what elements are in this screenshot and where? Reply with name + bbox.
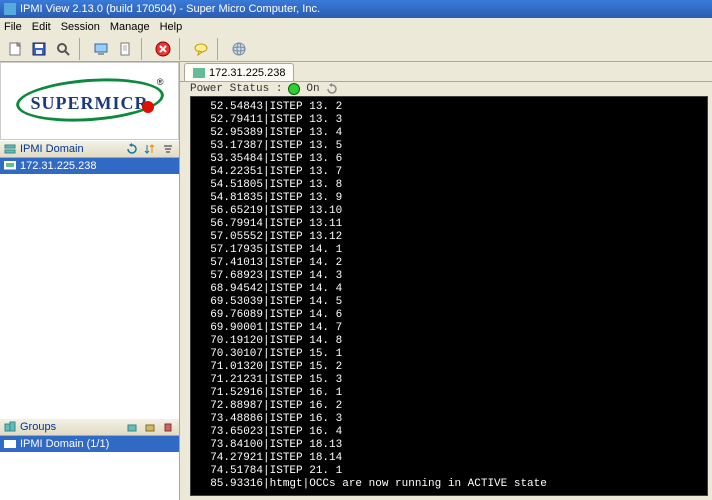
group-icon bbox=[4, 421, 16, 433]
groups-header[interactable]: Groups bbox=[0, 418, 179, 436]
power-refresh-icon[interactable] bbox=[326, 83, 338, 95]
group-item-label: IPMI Domain (1/1) bbox=[20, 438, 109, 450]
ipmi-domain-header[interactable]: IPMI Domain bbox=[0, 140, 179, 158]
power-status-label: Power Status : bbox=[190, 83, 282, 95]
logo-registered: ® bbox=[157, 77, 164, 87]
tab-bar: 172.31.225.238 bbox=[180, 62, 712, 82]
menu-edit[interactable]: Edit bbox=[32, 21, 51, 33]
window-titlebar: IPMI View 2.13.0 (build 170504) - Super … bbox=[0, 0, 712, 18]
save-icon[interactable] bbox=[28, 38, 50, 60]
groups-tree[interactable]: IPMI Domain (1/1) bbox=[0, 436, 179, 500]
group-item-icon bbox=[4, 439, 16, 449]
console-output[interactable]: 52.54843|ISTEP 13. 2 52.79411|ISTEP 13. … bbox=[190, 96, 708, 496]
menu-help[interactable]: Help bbox=[160, 21, 183, 33]
host-icon bbox=[4, 161, 16, 171]
toolbar-separator bbox=[79, 38, 85, 60]
main-panel: 172.31.225.238 Power Status : On 52.5484… bbox=[180, 62, 712, 500]
session-tab[interactable]: 172.31.225.238 bbox=[184, 63, 294, 81]
left-sidebar: SUPERMICR ® IPMI Domain 172.31.225.238 G… bbox=[0, 62, 180, 500]
tree-item[interactable]: 172.31.225.238 bbox=[0, 158, 179, 174]
toolbar-separator bbox=[141, 38, 147, 60]
tab-label: 172.31.225.238 bbox=[209, 67, 285, 79]
logo-dot bbox=[142, 101, 154, 113]
domain-tree[interactable]: 172.31.225.238 bbox=[0, 158, 179, 418]
menu-bar: File Edit Session Manage Help bbox=[0, 18, 712, 36]
document-icon[interactable] bbox=[114, 38, 136, 60]
menu-session[interactable]: Session bbox=[61, 21, 100, 33]
add-group-icon[interactable] bbox=[125, 420, 139, 434]
stop-icon[interactable] bbox=[152, 38, 174, 60]
app-icon bbox=[4, 3, 16, 15]
logo-box: SUPERMICR ® bbox=[0, 62, 179, 140]
delete-icon[interactable] bbox=[161, 420, 175, 434]
computer-icon[interactable] bbox=[90, 38, 112, 60]
chat-icon[interactable] bbox=[190, 38, 212, 60]
power-status-value: On bbox=[306, 83, 319, 95]
server-icon bbox=[4, 143, 16, 155]
tree-item-label: 172.31.225.238 bbox=[20, 160, 96, 172]
refresh-icon[interactable] bbox=[125, 142, 139, 156]
ipmi-domain-label: IPMI Domain bbox=[20, 143, 84, 155]
groups-label: Groups bbox=[20, 421, 56, 433]
power-on-icon bbox=[288, 83, 300, 95]
window-title: IPMI View 2.13.0 (build 170504) - Super … bbox=[20, 3, 320, 15]
toolbar-separator bbox=[217, 38, 223, 60]
toolbar-separator bbox=[179, 38, 185, 60]
filter-icon[interactable] bbox=[161, 142, 175, 156]
menu-manage[interactable]: Manage bbox=[110, 21, 150, 33]
globe-icon[interactable] bbox=[228, 38, 250, 60]
add-host-icon[interactable] bbox=[143, 420, 157, 434]
tab-host-icon bbox=[193, 68, 205, 78]
sort-icon[interactable] bbox=[143, 142, 157, 156]
group-item[interactable]: IPMI Domain (1/1) bbox=[0, 436, 179, 452]
search-icon[interactable] bbox=[52, 38, 74, 60]
toolbar bbox=[0, 36, 712, 62]
new-icon[interactable] bbox=[4, 38, 26, 60]
power-status-row: Power Status : On bbox=[180, 82, 712, 96]
menu-file[interactable]: File bbox=[4, 21, 22, 33]
